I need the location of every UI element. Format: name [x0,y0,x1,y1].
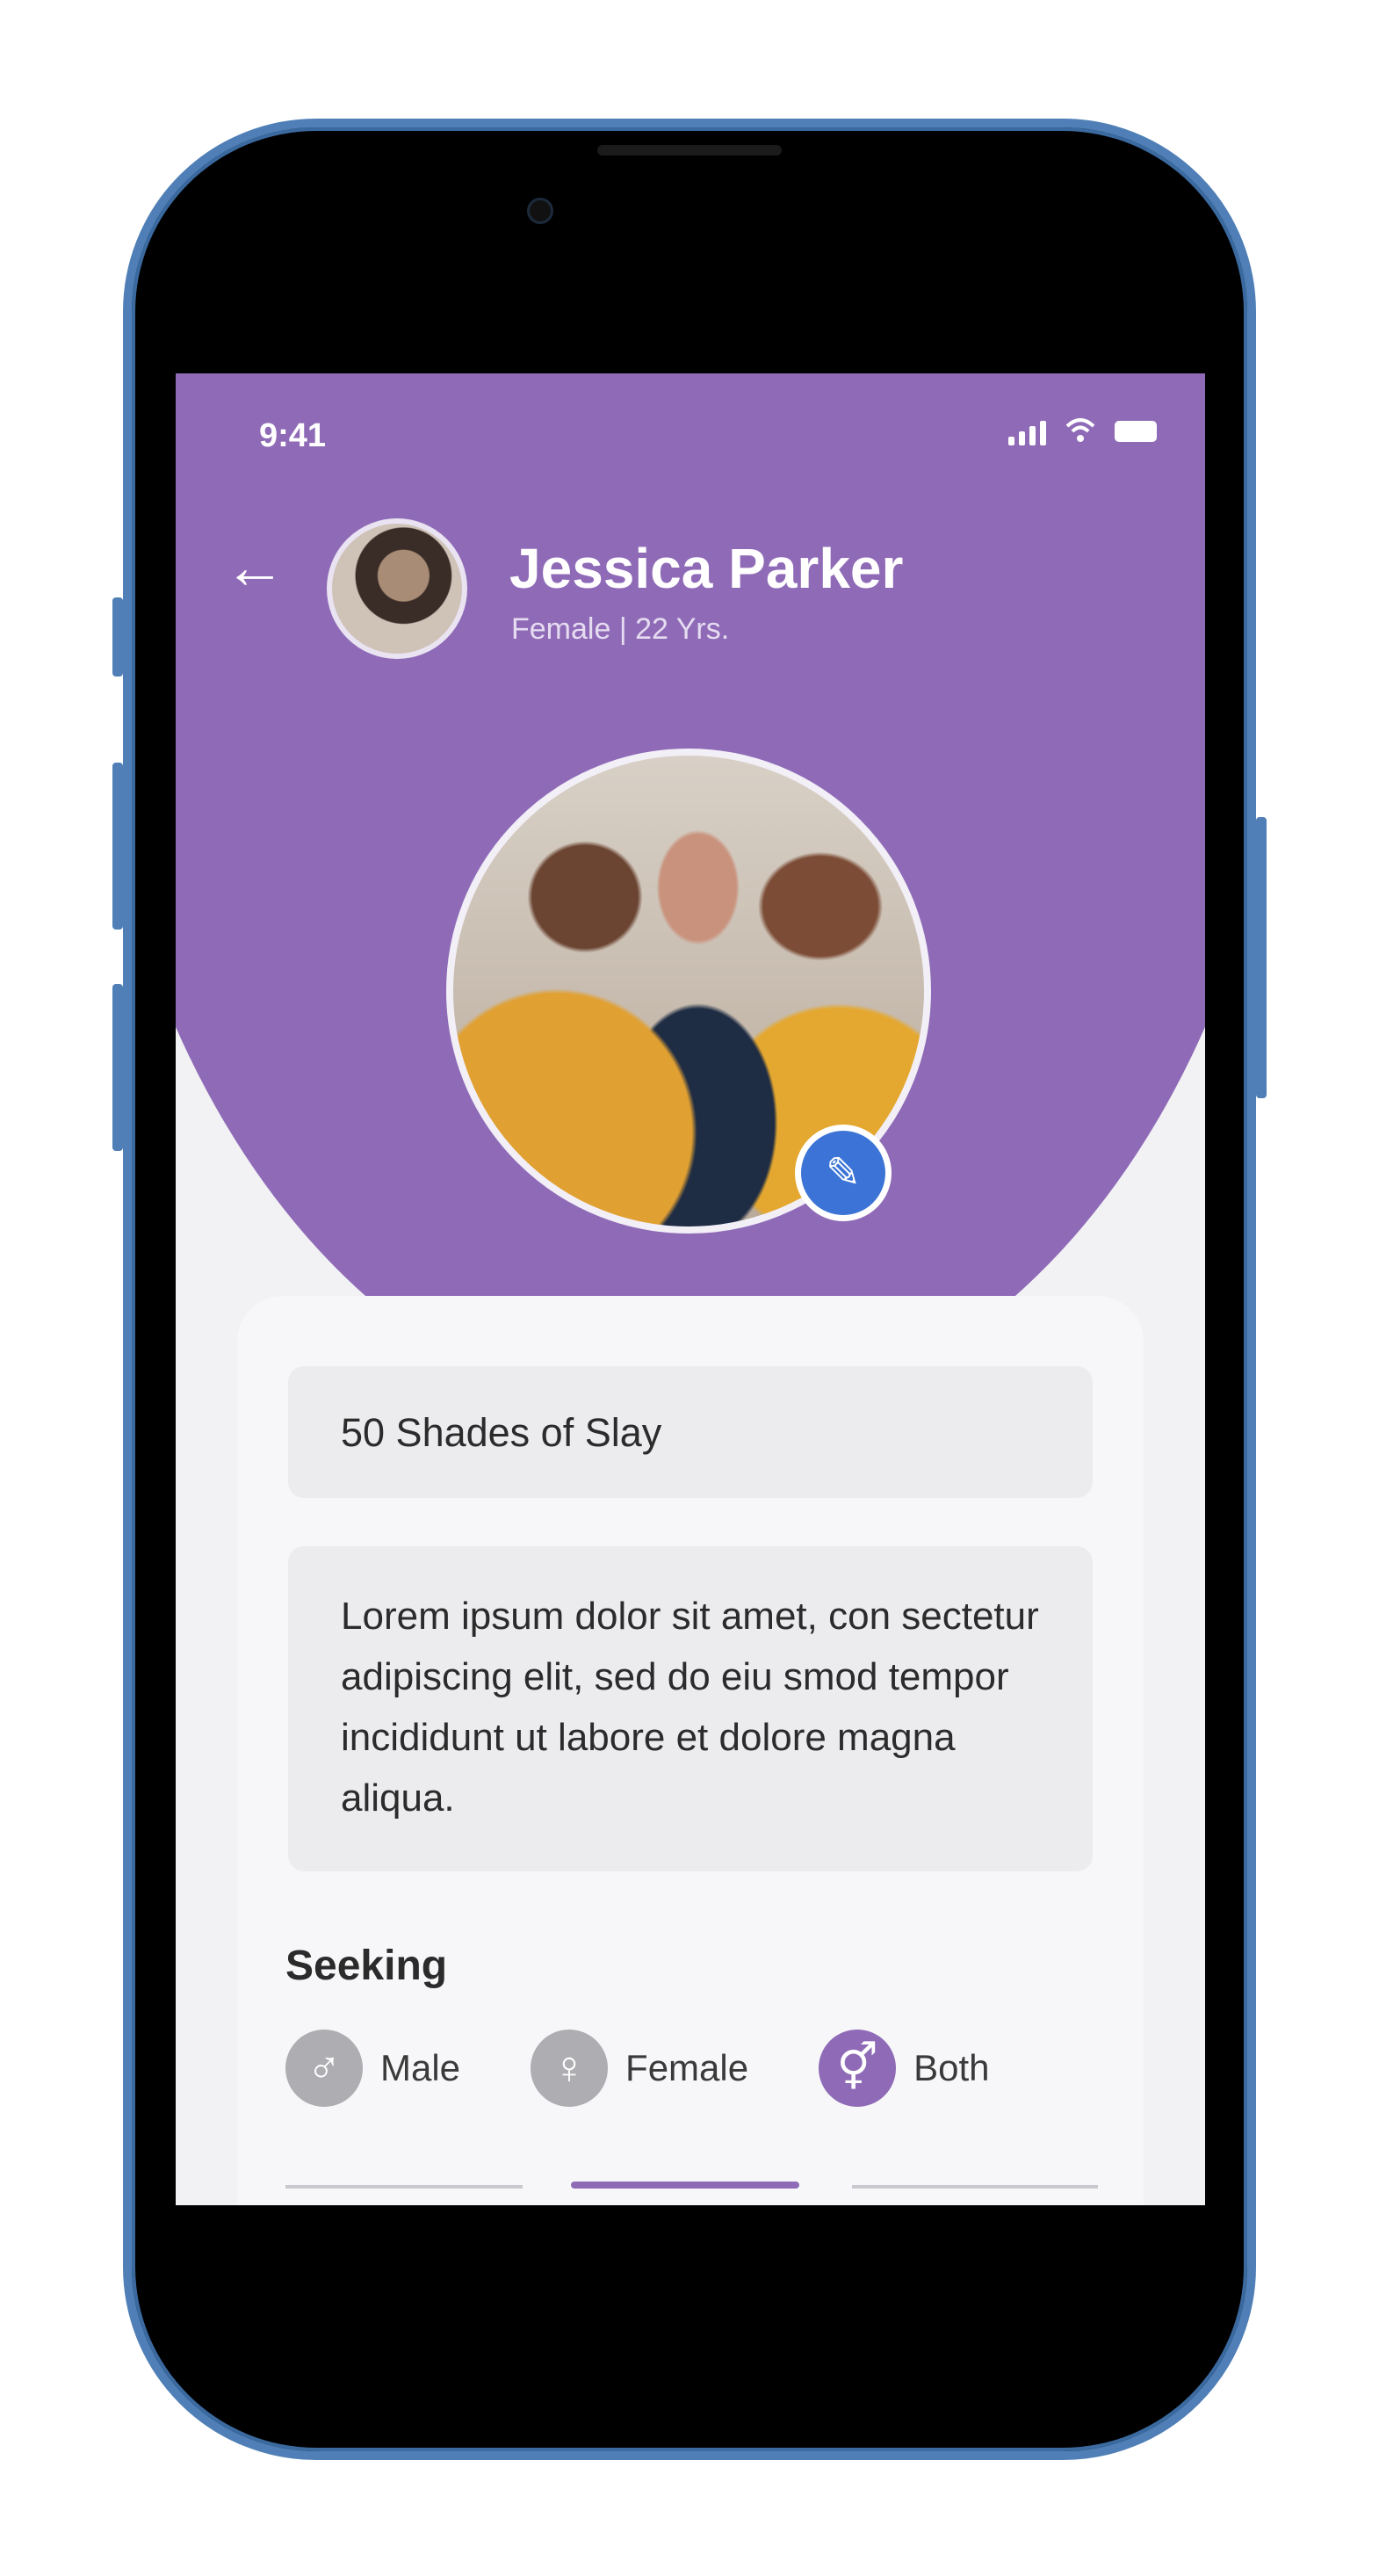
bio-field[interactable]: Lorem ipsum dolor sit amet, con sectetur… [288,1546,1093,1871]
divider-left [285,2185,523,2189]
wifi-icon [1065,418,1095,442]
volume-up-button [112,763,123,930]
seeking-option-label: Male [380,2047,461,2088]
headline-field[interactable]: 50 Shades of Slay [288,1366,1093,1498]
status-time: 9:41 [259,417,327,454]
seeking-option-both[interactable]: ⚥ Both [819,2030,990,2107]
female-symbol-icon: ♀ [531,2030,609,2107]
speaker-grille [597,145,782,156]
male-symbol-icon: ♂ [285,2030,363,2107]
app-screen: 9:41 ← Jessica Parker Female | 22 Yrs. ✎… [176,373,1205,2205]
seeking-options: ♂ Male ♀ Female ⚥ Both [285,2030,1060,2107]
volume-down-button [112,984,123,1151]
headline-text: 50 Shades of Slay [341,1410,662,1455]
status-icons [1008,416,1157,445]
divider-active [571,2182,799,2189]
profile-name: Jessica Parker [509,537,904,600]
both-genders-icon: ⚥ [819,2030,897,2107]
seeking-option-female[interactable]: ♀ Female [531,2030,748,2107]
bio-text: Lorem ipsum dolor sit amet, con sectetur… [341,1595,1039,1820]
divider-right [852,2185,1098,2189]
pencil-icon: ✎ [825,1150,862,1197]
seeking-label: Seeking [285,1943,448,1989]
front-camera [527,198,553,224]
edit-photo-button[interactable]: ✎ [795,1125,892,1221]
seeking-option-male[interactable]: ♂ Male [285,2030,460,2107]
profile-subtitle: Female | 22 Yrs. [511,612,730,646]
battery-icon [1115,421,1157,442]
seeking-option-label: Both [913,2047,990,2088]
signal-icon [1008,421,1046,445]
back-arrow-icon[interactable]: ← [224,536,285,597]
avatar[interactable] [327,518,467,659]
profile-card: 50 Shades of Slay Lorem ipsum dolor sit … [237,1296,1144,2205]
seeking-option-label: Female [625,2047,749,2088]
power-button [1256,817,1267,1098]
mute-switch [112,597,123,677]
